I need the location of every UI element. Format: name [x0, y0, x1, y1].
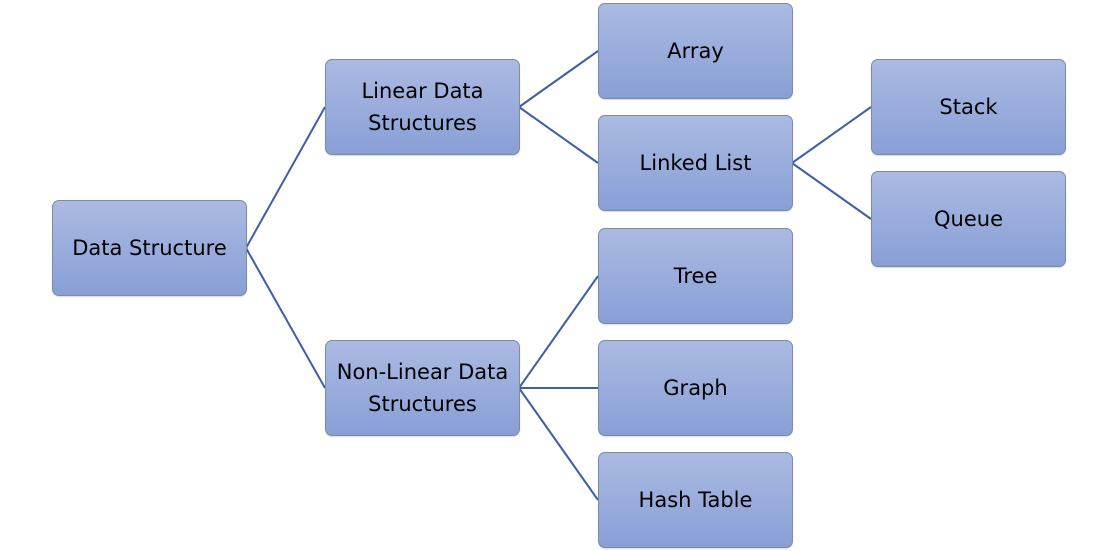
node-hash-table: Hash Table — [598, 452, 793, 548]
edge-root-nonlinear — [245, 247, 326, 389]
node-linked-list: Linked List — [598, 115, 793, 211]
edge-root-linear — [245, 106, 326, 249]
node-linear-data-structures: Linear Data Structures — [325, 59, 520, 155]
edge-linear-linkedlist — [518, 106, 599, 164]
node-queue: Queue — [871, 171, 1066, 267]
node-data-structure: Data Structure — [52, 200, 247, 296]
node-tree: Tree — [598, 228, 793, 324]
edge-linkedlist-queue — [791, 162, 872, 220]
edge-linkedlist-stack — [791, 106, 872, 164]
node-non-linear-data-structures: Non-Linear Data Structures — [325, 340, 520, 436]
diagram: Data Structure Linear Data Structures No… — [0, 0, 1118, 551]
node-graph: Graph — [598, 340, 793, 436]
edge-nonlinear-tree — [518, 275, 599, 389]
edge-linear-array — [518, 50, 599, 108]
edge-nonlinear-hashtable — [518, 387, 599, 501]
node-array: Array — [598, 3, 793, 99]
node-stack: Stack — [871, 59, 1066, 155]
